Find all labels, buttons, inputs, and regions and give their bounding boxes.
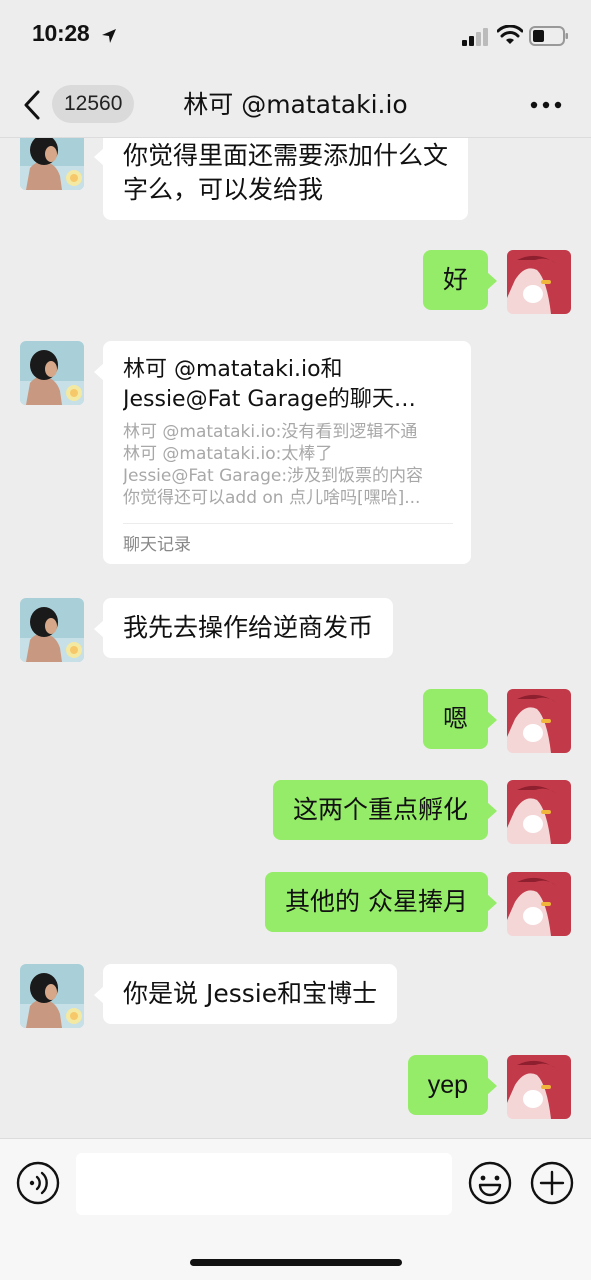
message-input[interactable] (76, 1153, 452, 1215)
home-indicator[interactable] (190, 1259, 402, 1266)
more-dots-icon[interactable] (530, 100, 562, 110)
message-text: yep (427, 1071, 468, 1099)
message-bubble-received[interactable]: 你是说 Jessie和宝博士 (93, 964, 398, 1024)
my-avatar-image (507, 689, 571, 753)
contact-avatar-image (20, 598, 84, 662)
chat-record-card[interactable]: 林可 @matataki.io和 Jessie@Fat Garage的聊天… 林… (94, 341, 471, 564)
card-title-line: Jessie@Fat Garage的聊天… (123, 387, 416, 412)
my-avatar[interactable] (507, 689, 571, 753)
message-bubble-sent[interactable]: 嗯 (422, 689, 498, 749)
my-avatar-image (507, 1055, 571, 1119)
my-avatar[interactable] (507, 250, 571, 314)
signal-icon (462, 28, 488, 46)
contact-avatar-image (20, 964, 84, 1028)
message-bubble-sent[interactable]: 好 (422, 250, 498, 310)
message-text: 好 (442, 265, 468, 294)
card-preview-line: 林可 @matataki.io:太棒了 (123, 444, 333, 464)
message-text-line: 你觉得里面还需要添加什么文 (123, 141, 449, 170)
battery-icon (529, 26, 568, 46)
card-preview-line: Jessie@Fat Garage:涉及到饭票的内容 (123, 466, 424, 486)
contact-avatar[interactable] (20, 138, 84, 190)
message-text: 我先去操作给逆商发币 (123, 613, 374, 642)
my-avatar-image (507, 250, 571, 314)
chat-header: 12560 林可 @matataki.io (0, 72, 591, 138)
contact-avatar-image (20, 138, 84, 190)
card-preview-line: 林可 @matataki.io:没有看到逻辑不通 (123, 422, 418, 442)
input-toolbar (0, 1138, 591, 1280)
contact-avatar[interactable] (20, 964, 84, 1028)
contact-avatar[interactable] (20, 341, 84, 405)
message-bubble-sent[interactable]: yep (407, 1055, 498, 1115)
status-bar: 10:28 (0, 0, 591, 72)
message-text-line: 字么，可以发给我 (123, 175, 324, 204)
message-bubble-sent[interactable]: 这两个重点孵化 (272, 780, 498, 840)
message-bubble-received[interactable]: 你觉得里面还需要添加什么文 字么，可以发给我 (93, 138, 469, 220)
chat-record-preview: 林可 @matataki.io:没有看到逻辑不通 林可 @matataki.io… (123, 421, 453, 509)
message-text: 这两个重点孵化 (292, 795, 468, 824)
plus-icon[interactable] (530, 1161, 574, 1205)
message-text: 其他的 众星捧月 (285, 887, 468, 916)
my-avatar[interactable] (507, 872, 571, 936)
location-arrow-icon (102, 29, 116, 43)
my-avatar[interactable] (507, 780, 571, 844)
status-time: 10:28 (32, 20, 90, 46)
message-text: 嗯 (442, 704, 468, 733)
chevron-left-icon[interactable] (22, 89, 42, 121)
card-title-line: 林可 @matataki.io和 (123, 357, 343, 382)
chat-record-footer: 聊天记录 (123, 535, 191, 555)
chat-record-title: 林可 @matataki.io和 Jessie@Fat Garage的聊天… (123, 355, 453, 415)
card-preview-line: 你觉得还可以add on 点儿啥吗[嘿哈]... (123, 488, 421, 508)
my-avatar[interactable] (507, 1055, 571, 1119)
my-avatar-image (507, 872, 571, 936)
my-avatar-image (507, 780, 571, 844)
message-bubble-sent[interactable]: 其他的 众星捧月 (265, 872, 497, 932)
message-list[interactable]: 你觉得里面还需要添加什么文 字么，可以发给我 好 林可 @matataki.io… (0, 138, 591, 1138)
contact-avatar[interactable] (20, 598, 84, 662)
wifi-icon (497, 25, 523, 44)
unread-count-badge[interactable]: 12560 (52, 85, 135, 123)
voice-icon[interactable] (16, 1161, 60, 1205)
emoji-icon[interactable] (468, 1161, 512, 1205)
chat-title: 林可 @matataki.io (183, 90, 408, 119)
card-divider (123, 523, 453, 524)
contact-avatar-image (20, 341, 84, 405)
message-text: 你是说 Jessie和宝博士 (123, 979, 378, 1008)
message-bubble-received[interactable]: 我先去操作给逆商发币 (93, 598, 394, 658)
